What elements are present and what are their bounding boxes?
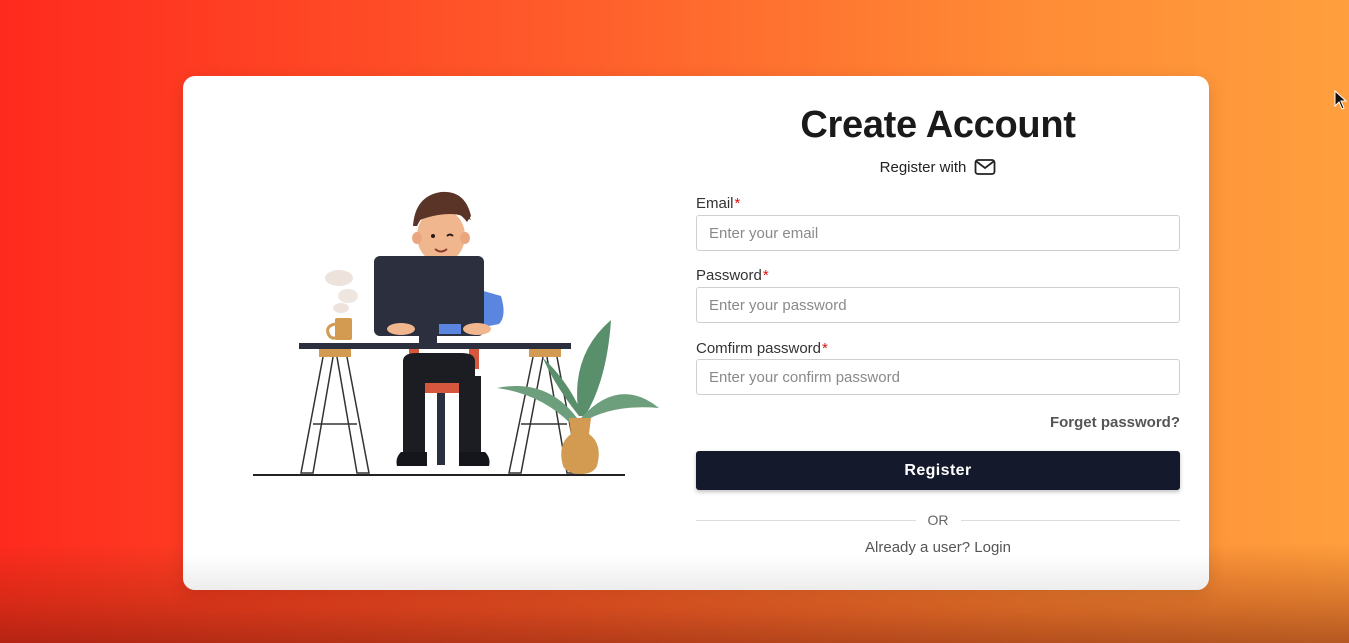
mouse-pointer-icon — [1334, 90, 1348, 110]
register-with-label: Register with — [879, 158, 967, 176]
password-field[interactable] — [696, 287, 1180, 323]
already-user-row: Already a user? Login — [696, 539, 1180, 556]
or-text: OR — [927, 512, 949, 528]
password-label-text: Password — [696, 267, 762, 284]
confirm-password-field[interactable] — [696, 359, 1180, 395]
person-at-desk-illustration — [253, 191, 659, 476]
registration-form: Create Account Register with Email* Pass… — [696, 76, 1180, 590]
email-label-text: Email — [696, 195, 734, 212]
email-label: Email* — [696, 195, 740, 212]
divider-line-right — [960, 519, 1180, 521]
login-link[interactable]: Login — [974, 539, 1011, 556]
password-label: Password* — [696, 267, 769, 284]
forget-password-link[interactable]: Forget password? — [1050, 414, 1180, 431]
register-card: Create Account Register with Email* Pass… — [183, 76, 1209, 590]
or-divider: OR — [696, 510, 1180, 530]
divider-line-left — [696, 519, 916, 521]
required-marker: * — [822, 340, 828, 357]
required-marker: * — [762, 267, 769, 284]
email-field[interactable] — [696, 215, 1180, 251]
register-with-row: Register with — [696, 158, 1180, 176]
required-marker: * — [734, 195, 741, 212]
confirm-password-label-text: Comfirm password — [696, 340, 822, 357]
already-user-text: Already a user? — [865, 539, 971, 556]
mail-icon[interactable] — [974, 158, 996, 176]
confirm-password-label: Comfirm password* — [696, 340, 828, 357]
register-button[interactable]: Register — [696, 451, 1180, 490]
page-title: Create Account — [800, 104, 1076, 146]
